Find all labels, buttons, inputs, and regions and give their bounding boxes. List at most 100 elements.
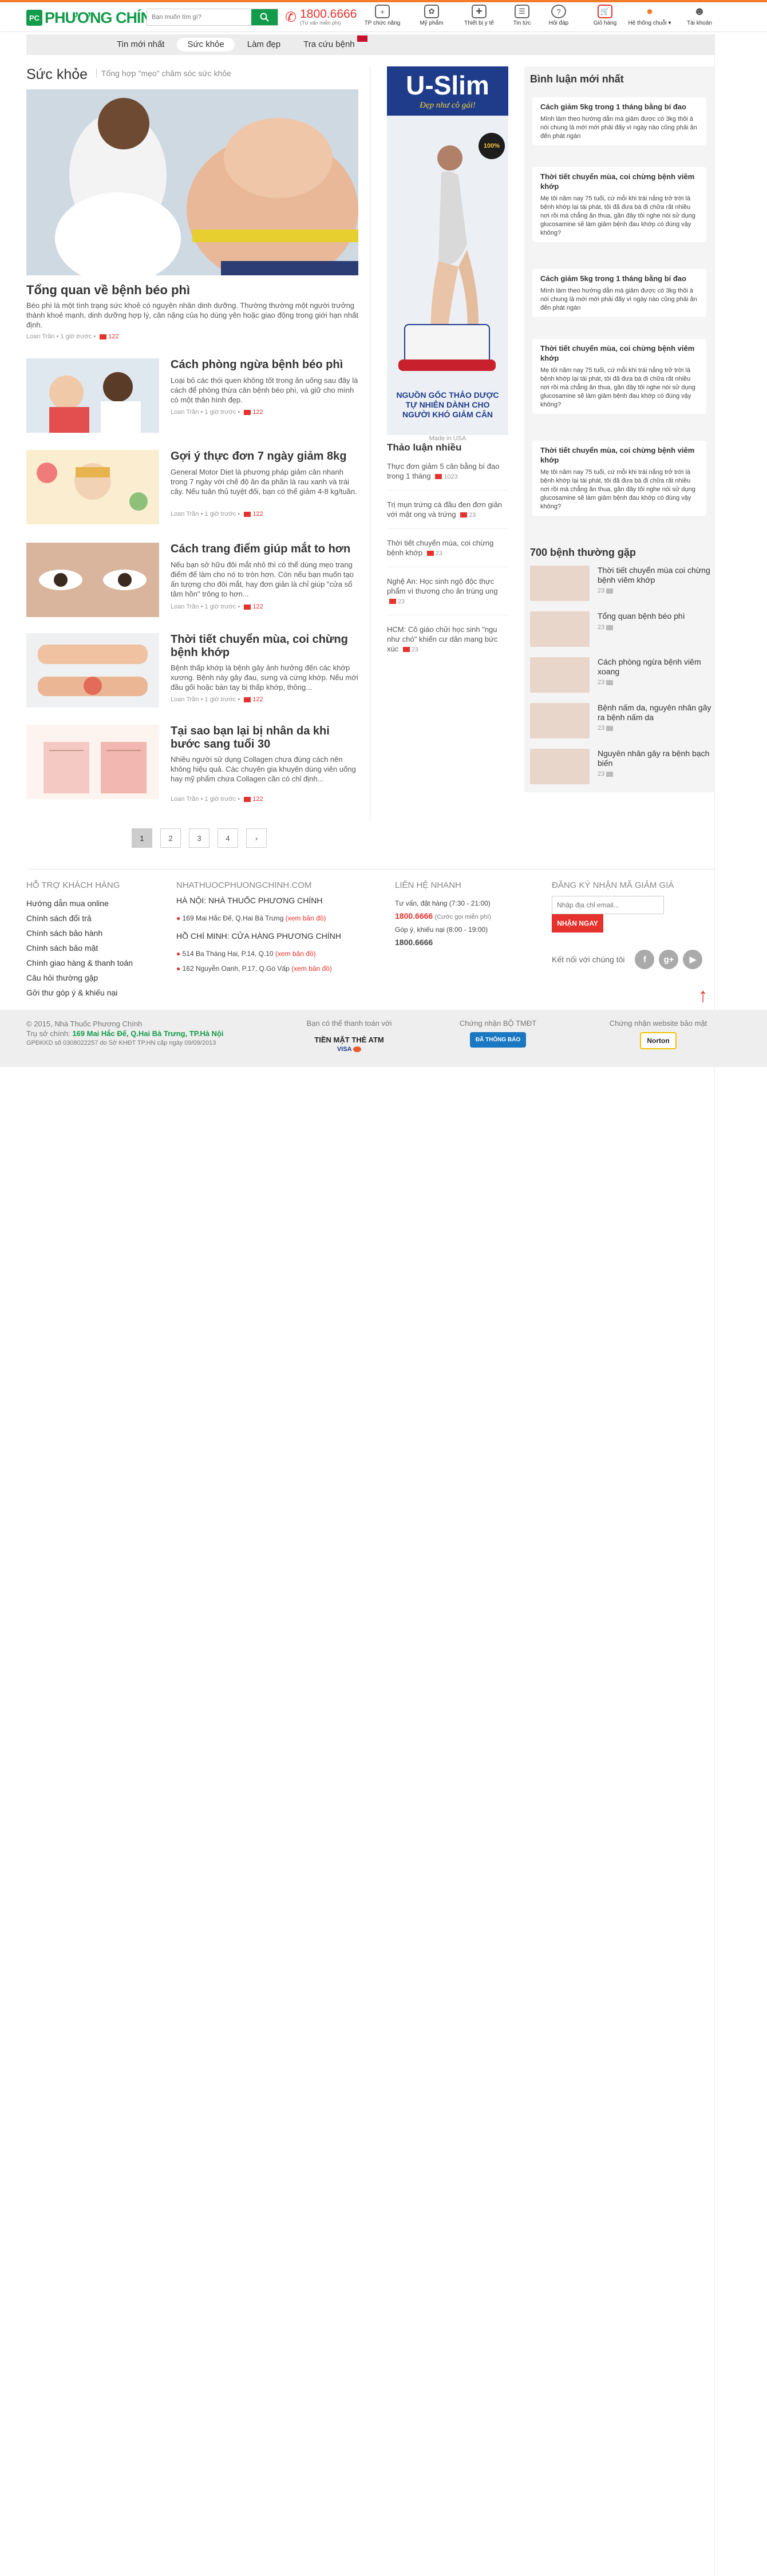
article-title[interactable]: Cách phòng ngừa bệnh béo phì xyxy=(171,358,358,372)
discussion-item[interactable]: HCM: Cô giáo chửi học sinh "ngu như chó"… xyxy=(387,625,508,663)
store-hn-title: HÀ NỘI: NHÀ THUỐC PHƯƠNG CHÍNH xyxy=(176,896,323,905)
article-thumbnail[interactable] xyxy=(26,725,159,799)
article-title[interactable]: Cách trang điểm giúp mắt to hơn xyxy=(171,543,358,556)
next-page-button[interactable]: › xyxy=(246,828,267,848)
page-2[interactable]: 2 xyxy=(160,828,181,848)
search-button[interactable] xyxy=(251,9,278,25)
moit-certification[interactable]: Chứng nhận BỘ TMĐT ĐÃ THÔNG BÁO xyxy=(446,1019,549,1048)
nav-qa[interactable]: ? Hỏi đáp xyxy=(540,5,577,26)
article-desc: Nhiều người sử dụng Collagen chưa đúng c… xyxy=(171,755,356,783)
comment-card[interactable]: Thời tiết chuyển mùa, coi chừng bệnh viê… xyxy=(532,167,706,242)
google-plus-icon[interactable]: g+ xyxy=(659,950,679,969)
norton-badge: Norton xyxy=(640,1032,677,1049)
ad-tagline: Đẹp như cô gái! xyxy=(420,101,476,110)
footer-link[interactable]: Câu hỏi thường gặp xyxy=(26,970,164,985)
hotline[interactable]: ✆ 1800.6666 (Tư vấn miễn phí) xyxy=(285,7,357,27)
disease-item[interactable]: Cách phòng ngừa bệnh viêm xoang 23 xyxy=(530,657,714,703)
store-hcm-address: ● 162 Nguyễn Oanh, P.17, Q.Gò Vấp (xem b… xyxy=(176,965,332,973)
article-thumbnail[interactable] xyxy=(26,543,159,617)
disease-count: 23 xyxy=(598,587,614,594)
map-pin-icon: ● xyxy=(176,950,181,958)
security-certification[interactable]: Chứng nhận website bảo mật Norton xyxy=(607,1019,710,1049)
comment-icon xyxy=(389,599,396,605)
nav-label: Giỏ hàng xyxy=(593,20,617,26)
article-title[interactable]: Tại sao bạn lại bị nhân da khi bước sang… xyxy=(171,725,358,751)
comment-icon xyxy=(606,725,614,731)
contact-advice: Tư vấn, đặt hàng (7:30 - 21:00) xyxy=(395,899,491,907)
site-logo[interactable]: PC PHƯƠNG CHÍNH xyxy=(26,8,162,27)
footer-link[interactable]: Hướng dẫn mua online xyxy=(26,896,164,911)
disease-item[interactable]: Nguyên nhân gây ra bệnh bạch biến 23 xyxy=(530,749,714,795)
discussion-item[interactable]: Thời tiết chuyển mùa, coi chừng bệnh khớ… xyxy=(387,538,508,567)
nav-medical[interactable]: ✚ Thiết bị y tế xyxy=(461,5,497,26)
page-4[interactable]: 4 xyxy=(218,828,238,848)
page-3[interactable]: 3 xyxy=(189,828,209,848)
menu-item-disease-lookup[interactable]: Tra cứu bệnh xyxy=(293,35,378,52)
discussion-item[interactable]: Trị mụn trứng cá đầu đen đơn giản với mậ… xyxy=(387,500,508,529)
disease-item[interactable]: Tổng quan bệnh béo phì 23 xyxy=(530,611,714,657)
article-thumbnail[interactable] xyxy=(26,633,159,708)
comment-card[interactable]: Thời tiết chuyển mùa, coi chừng bệnh viê… xyxy=(532,339,706,414)
search-input[interactable] xyxy=(147,9,250,25)
contact-advice-line[interactable]: 1800.6666 (Cước gọi miễn phí) xyxy=(395,911,521,922)
article-thumbnail[interactable] xyxy=(26,358,159,433)
comment-text: Mẹ tôi năm nay 75 tuổi, cứ mỗi khi trái … xyxy=(540,367,695,408)
featured-desc: Béo phì là một tình trạng sức khoẻ có ng… xyxy=(26,301,358,329)
nav-news[interactable]: ☰ Tin tức xyxy=(504,5,540,26)
menu-item-latest[interactable]: Tin mới nhất xyxy=(106,38,175,52)
disease-item[interactable]: Bệnh nấm da, nguyên nhân gây ra bệnh nấm… xyxy=(530,703,714,749)
featured-title[interactable]: Tổng quan về bệnh béo phì xyxy=(26,283,190,298)
comment-icon xyxy=(606,588,614,594)
featured-image[interactable] xyxy=(26,89,358,275)
copyright-block: © 2015, Nhà Thuốc Phương Chính Trụ sở ch… xyxy=(26,1019,224,1048)
nav-account[interactable]: ☻ Tài khoản xyxy=(681,5,718,27)
comment-icon xyxy=(606,771,614,777)
menu-item-beauty[interactable]: Làm đẹp xyxy=(237,38,291,52)
footer-link[interactable]: Chính sách đổi trả xyxy=(26,911,164,926)
map-link[interactable]: (xem bản đồ) xyxy=(286,914,326,922)
article-meta: Loan Trần • 1 giờ trước • 122 xyxy=(171,409,263,416)
menu-item-health[interactable]: Sức khỏe xyxy=(177,38,235,52)
article-meta: Loan Trần • 1 giờ trước • 122 xyxy=(171,603,263,610)
article-thumbnail[interactable] xyxy=(26,450,159,524)
nav-store-chain[interactable]: ● Hệ thống chuỗi ▾ xyxy=(628,5,671,27)
footer-link[interactable]: Chính sách bảo hành xyxy=(26,926,164,941)
footer-contact: LIÊN HỆ NHANH Tư vấn, đặt hàng (7:30 - 2… xyxy=(395,880,521,947)
disease-item[interactable]: Thời tiết chuyển mùa coi chừng bệnh viêm… xyxy=(530,566,714,611)
comment-card[interactable]: Cách giảm 5kg trong 1 tháng bằng bí đao … xyxy=(532,97,706,145)
discussion-item[interactable]: Nghệ An: Học sinh ngộ độc thực phẩm vì t… xyxy=(387,576,508,615)
comment-icon xyxy=(426,551,434,556)
back-to-top-arrow-icon[interactable]: ↑ xyxy=(693,986,713,1006)
youtube-icon[interactable]: ▶ xyxy=(683,950,703,969)
article-title[interactable]: Gợi ý thực đơn 7 ngày giảm 8kg xyxy=(171,450,358,463)
contact-complaint-number[interactable]: 1800.6666 xyxy=(395,937,521,947)
comment-card[interactable]: Cách giảm 5kg trong 1 tháng bằng bí đao … xyxy=(532,269,706,317)
nav-cosmetics[interactable]: ✿ Mỹ phẩm xyxy=(413,5,450,26)
comment-title: Cách giảm 5kg trong 1 tháng bằng bí đao xyxy=(540,102,686,111)
discussion-item[interactable]: Thực đơn giảm 5 cân bằng bí đao trong 1 … xyxy=(387,461,508,491)
newsletter-email-input[interactable] xyxy=(552,896,664,914)
ad-caption: Made in USA xyxy=(429,435,466,442)
comment-title: Thời tiết chuyển mùa, coi chừng bệnh viê… xyxy=(540,446,695,464)
comment-card[interactable]: Thời tiết chuyển mùa, coi chừng bệnh viê… xyxy=(532,441,706,516)
footer-bottom: © 2015, Nhà Thuốc Phương Chính Trụ sở ch… xyxy=(0,1010,767,1067)
map-link[interactable]: (xem bản đồ) xyxy=(291,965,332,973)
article-title[interactable]: Thời tiết chuyển mùa, coi chừng bệnh khớ… xyxy=(171,633,358,659)
featured-meta: Loan Trần • 1 giờ trước • 122 xyxy=(26,333,119,340)
footer-link[interactable]: Chính giao hàng & thanh toán xyxy=(26,955,164,970)
newsletter-submit-button[interactable]: NHẬN NGAY xyxy=(552,914,603,933)
footer-support: HỖ TRỢ KHÁCH HÀNG Hướng dẫn mua online C… xyxy=(26,880,164,1000)
nav-cart[interactable]: 🛒 Giỏ hàng xyxy=(587,5,623,26)
nav-supplements[interactable]: + TP chức năng xyxy=(364,5,401,26)
section-title: Bình luận mới nhất xyxy=(530,73,624,85)
page-1[interactable]: 1 xyxy=(132,828,152,848)
disease-thumbnail xyxy=(530,657,590,693)
article-desc: Loại bỏ các thói quen không tốt trong ăn… xyxy=(171,376,358,404)
footer-link[interactable]: Gởi thư góp ý & khiếu nại xyxy=(26,985,164,1000)
comment-title: Cách giảm 5kg trong 1 tháng bằng bí đao xyxy=(540,274,686,283)
footer-link[interactable]: Chính sách bảo mật xyxy=(26,941,164,955)
map-link[interactable]: (xem bản đồ) xyxy=(275,950,316,958)
comment-icon xyxy=(244,409,251,415)
u-slim-banner-ad[interactable]: U-Slim Đẹp như cô gái! 100% NGUỒN GỐC TH… xyxy=(387,66,508,435)
facebook-icon[interactable]: f xyxy=(635,950,655,969)
